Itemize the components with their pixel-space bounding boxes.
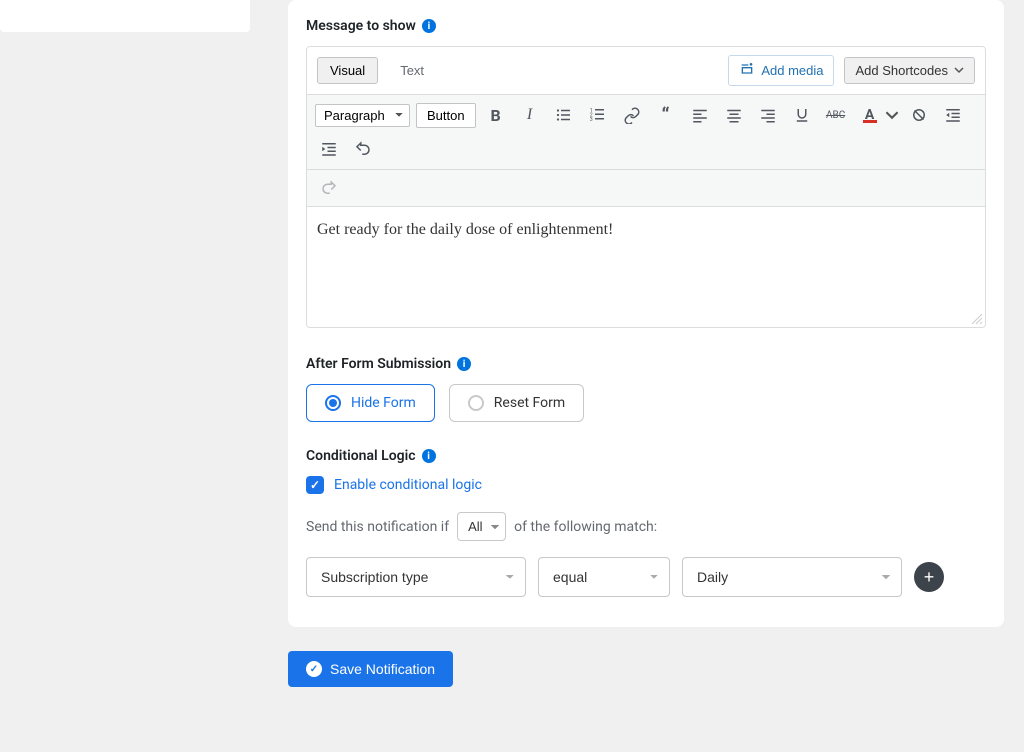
rich-editor: Visual Text Add media Add Shortcodes bbox=[306, 46, 986, 328]
media-icon bbox=[739, 61, 755, 80]
plus-icon: + bbox=[924, 567, 935, 588]
condition-row: Subscription type equal Daily + bbox=[306, 557, 986, 597]
save-button-label: Save Notification bbox=[330, 661, 435, 677]
add-shortcodes-label: Add Shortcodes bbox=[855, 63, 948, 78]
italic-icon[interactable]: I bbox=[516, 101, 544, 129]
tab-visual[interactable]: Visual bbox=[317, 57, 378, 84]
logic-sentence: Send this notification if All of the fol… bbox=[306, 512, 986, 541]
after-submission-label: After Form Submission i bbox=[306, 356, 986, 372]
message-label-text: Message to show bbox=[306, 18, 416, 34]
radio-selected-icon bbox=[325, 395, 341, 411]
save-notification-button[interactable]: ✓ Save Notification bbox=[288, 651, 453, 687]
sidebar-placeholder bbox=[0, 0, 250, 32]
reset-form-label: Reset Form bbox=[494, 395, 565, 411]
text-color-tool[interactable]: A bbox=[856, 101, 899, 129]
add-media-label: Add media bbox=[761, 63, 823, 78]
match-mode-select[interactable]: All bbox=[457, 512, 506, 541]
editor-content-text: Get ready for the daily dose of enlighte… bbox=[317, 221, 613, 238]
align-center-icon[interactable] bbox=[720, 101, 748, 129]
reset-form-option[interactable]: Reset Form bbox=[449, 384, 584, 422]
conditional-logic-label: Conditional Logic i bbox=[306, 448, 986, 464]
after-submission-options: Hide Form Reset Form bbox=[306, 384, 986, 422]
after-label-text: After Form Submission bbox=[306, 356, 451, 372]
chevron-down-icon bbox=[954, 63, 964, 78]
align-right-icon[interactable] bbox=[754, 101, 782, 129]
enable-logic-row[interactable]: ✓ Enable conditional logic bbox=[306, 476, 986, 494]
editor-toolbar: Paragraph Button B I 123 “ bbox=[307, 95, 985, 170]
bullet-list-icon[interactable] bbox=[550, 101, 578, 129]
text-color-icon: A bbox=[856, 101, 884, 129]
bold-icon[interactable]: B bbox=[482, 101, 510, 129]
condition-operator-select[interactable]: equal bbox=[538, 557, 670, 597]
align-left-icon[interactable] bbox=[686, 101, 714, 129]
resize-handle-icon[interactable] bbox=[971, 313, 983, 325]
indent-icon[interactable] bbox=[315, 135, 343, 163]
insert-button-tool[interactable]: Button bbox=[416, 103, 476, 128]
radio-unselected-icon bbox=[468, 395, 484, 411]
numbered-list-icon[interactable]: 123 bbox=[584, 101, 612, 129]
condition-field-select[interactable]: Subscription type bbox=[306, 557, 526, 597]
hide-form-label: Hide Form bbox=[351, 395, 416, 411]
settings-card: Message to show i Visual Text Add media bbox=[288, 0, 1004, 627]
add-condition-button[interactable]: + bbox=[914, 562, 944, 592]
logic-suffix: of the following match: bbox=[514, 519, 657, 535]
hide-form-option[interactable]: Hide Form bbox=[306, 384, 435, 422]
logic-prefix: Send this notification if bbox=[306, 519, 449, 535]
add-media-button[interactable]: Add media bbox=[728, 55, 834, 86]
undo-icon[interactable] bbox=[349, 135, 377, 163]
info-icon[interactable]: i bbox=[422, 19, 436, 33]
logic-label-text: Conditional Logic bbox=[306, 448, 416, 464]
link-icon[interactable] bbox=[618, 101, 646, 129]
tab-text[interactable]: Text bbox=[388, 58, 436, 83]
redo-icon[interactable] bbox=[315, 174, 343, 202]
editor-content-area[interactable]: Get ready for the daily dose of enlighte… bbox=[307, 207, 985, 327]
message-section-label: Message to show i bbox=[306, 18, 986, 34]
check-circle-icon: ✓ bbox=[306, 661, 322, 677]
svg-text:3: 3 bbox=[589, 117, 592, 123]
add-shortcodes-button[interactable]: Add Shortcodes bbox=[844, 57, 975, 84]
checkbox-checked-icon: ✓ bbox=[306, 476, 324, 494]
format-select[interactable]: Paragraph bbox=[315, 104, 410, 127]
info-icon[interactable]: i bbox=[457, 357, 471, 371]
editor-toolbar-row2 bbox=[307, 170, 985, 207]
underline-icon[interactable] bbox=[788, 101, 816, 129]
editor-tab-bar: Visual Text Add media Add Shortcodes bbox=[307, 47, 985, 95]
enable-logic-label: Enable conditional logic bbox=[334, 477, 482, 493]
quote-icon[interactable]: “ bbox=[652, 101, 680, 129]
outdent-icon[interactable] bbox=[939, 101, 967, 129]
chevron-down-icon[interactable] bbox=[885, 101, 899, 129]
info-icon[interactable]: i bbox=[422, 449, 436, 463]
condition-value-select[interactable]: Daily bbox=[682, 557, 902, 597]
strikethrough-icon[interactable]: ABC bbox=[822, 101, 850, 129]
clear-format-icon[interactable] bbox=[905, 101, 933, 129]
